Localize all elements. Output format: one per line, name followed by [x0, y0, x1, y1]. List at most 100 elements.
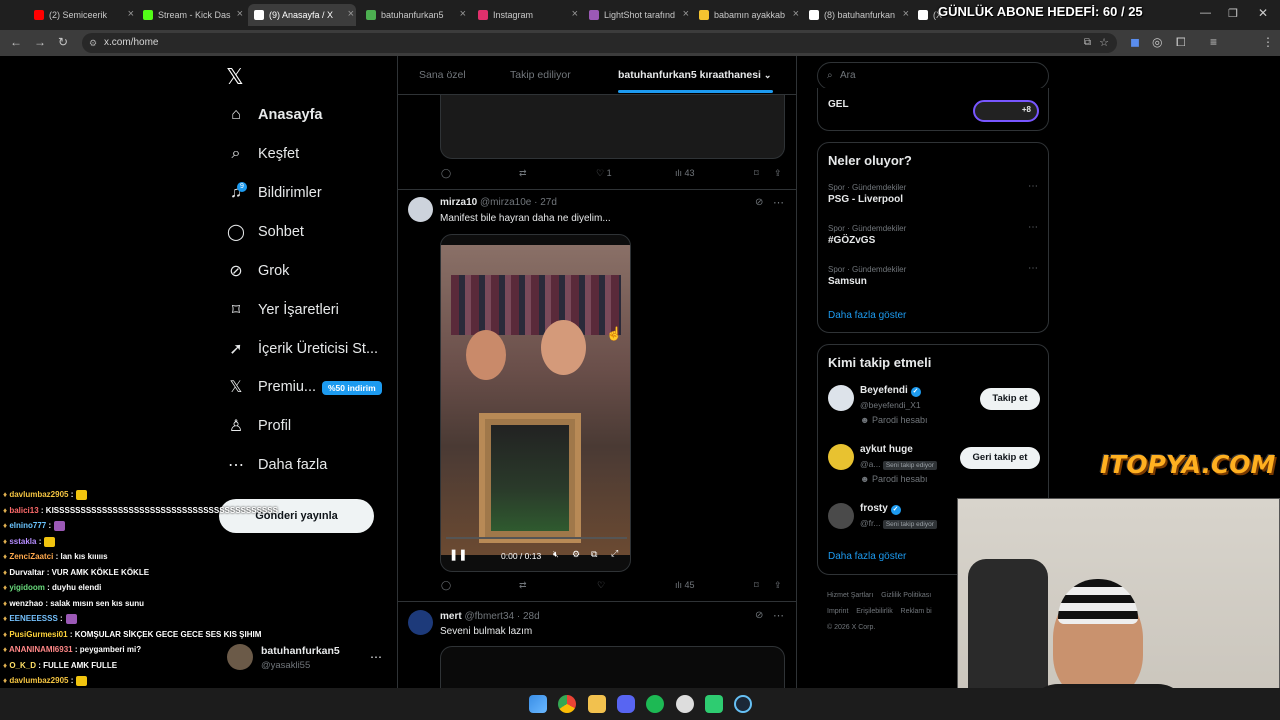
maximize-icon[interactable]: ❐	[1228, 7, 1238, 20]
spotify-icon[interactable]	[646, 695, 664, 713]
settings-icon[interactable]: ⚙	[572, 549, 580, 560]
menu-icon[interactable]: ⋮	[1262, 35, 1274, 49]
reply-icon[interactable]: ◯	[441, 168, 451, 179]
browser-tab[interactable]: Instagram ×	[472, 4, 580, 26]
address-bar[interactable]: ⚙ x.com/home ⧉ ☆	[82, 33, 1117, 53]
tweet-video[interactable]: ❚❚ 0:00 / 0:13 🔇︎ ⚙ ⧉ ⤢	[440, 234, 631, 572]
tweet-time[interactable]: 27d	[540, 197, 557, 208]
browser-tab[interactable]: (9) Anasayfa / X ×	[248, 4, 356, 26]
avatar[interactable]	[828, 503, 854, 529]
follow-name[interactable]: frosty ✓	[860, 503, 901, 515]
tweet-handle[interactable]: @fbmert34	[464, 611, 514, 622]
search-input[interactable]: ⌕ Ara	[817, 62, 1049, 90]
sidebar-item-more-circle[interactable]: ⋯ Daha fazla	[226, 450, 327, 480]
footer-link-privacy[interactable]: Gizlilik Politikası	[881, 592, 931, 599]
footer-link-ads[interactable]: Reklam bi	[901, 608, 932, 615]
community-card[interactable]: GEL +8	[817, 88, 1049, 131]
avatar[interactable]	[828, 385, 854, 411]
tab-close-icon[interactable]: ×	[128, 8, 134, 20]
tweet-more-icon[interactable]: ⋯	[773, 609, 784, 622]
back-icon[interactable]: ←	[10, 35, 22, 49]
sidebar-item-home[interactable]: ⌂ Anasayfa	[226, 100, 322, 130]
bookmark-star-icon[interactable]: ☆	[1099, 33, 1109, 53]
tab-close-icon[interactable]: ×	[348, 8, 354, 20]
sidebar-item-bookmark[interactable]: ⌑ Yer İşaretleri	[226, 295, 339, 325]
mute-icon[interactable]: 🔇︎	[553, 549, 559, 560]
forward-icon[interactable]: →	[34, 35, 46, 49]
tab-following[interactable]: Takip ediliyor	[510, 56, 571, 94]
sidebar-item-person[interactable]: ♙ Profil	[226, 411, 291, 441]
follow-button[interactable]: Geri takip et	[960, 447, 1040, 469]
tweet-handle[interactable]: @mirza10e	[480, 197, 531, 208]
discord-icon[interactable]	[617, 695, 635, 713]
tweet-author[interactable]: mirza10	[440, 197, 477, 208]
video-progress-track[interactable]	[446, 537, 627, 539]
trends-show-more-link[interactable]: Daha fazla göster	[828, 310, 906, 321]
tweet-media[interactable]	[440, 646, 785, 688]
chrome-icon[interactable]	[558, 695, 576, 713]
like-icon[interactable]: ♡	[597, 580, 605, 591]
close-window-icon[interactable]: ✕	[1258, 6, 1268, 20]
reload-icon[interactable]: ↻	[58, 35, 68, 49]
pip-icon[interactable]: ⧉	[591, 549, 597, 560]
account-more-icon[interactable]: ⋯	[370, 650, 382, 664]
extension2-icon[interactable]: ◎	[1152, 35, 1162, 49]
tweet-avatar[interactable]	[408, 197, 433, 222]
sidebar-item-x[interactable]: 𝕏 Premiu...	[226, 372, 316, 402]
trend-more-icon[interactable]: ⋯	[1028, 222, 1038, 233]
footer-link-imprint[interactable]: Imprint	[827, 608, 848, 615]
tweet-more-icon[interactable]: ⋯	[773, 196, 784, 209]
avatar-stack[interactable]: +8	[973, 100, 1039, 122]
browser-tab[interactable]: batuhanfurkan5 ×	[360, 4, 468, 26]
follow-suggestion[interactable]: aykut huge @a... Seni takip ediyor ☻ Parod…	[828, 444, 1040, 494]
footer-link-terms[interactable]: Hizmet Şartları	[827, 592, 873, 599]
retweet-icon[interactable]: ⇄	[519, 168, 527, 179]
pause-icon[interactable]: ❚❚	[449, 548, 467, 561]
account-name[interactable]: batuhanfurkan5	[261, 645, 340, 657]
trend-item[interactable]: Spor · Gündemdekiler PSG - Liverpool ⋯	[828, 181, 1038, 205]
start-icon[interactable]	[529, 695, 547, 713]
tweet-avatar[interactable]	[408, 610, 433, 635]
tab-close-icon[interactable]: ×	[237, 8, 243, 20]
follow-name[interactable]: Beyefendi ✓	[860, 385, 921, 397]
reply-icon[interactable]: ◯	[441, 580, 451, 591]
sidebar-item-grok[interactable]: ⊘ Grok	[226, 256, 289, 286]
follow-button[interactable]: Takip et	[980, 388, 1040, 410]
media-icon[interactable]: ≡	[1210, 35, 1217, 49]
views-icon[interactable]: ılı 45	[675, 580, 695, 590]
fullscreen-icon[interactable]: ⤢	[611, 548, 618, 559]
browser-tab[interactable]: Stream - Kick Das ×	[137, 4, 245, 26]
app-icon[interactable]	[705, 695, 723, 713]
account-avatar[interactable]	[227, 644, 253, 670]
bookmark-icon[interactable]: ⌑	[754, 580, 759, 591]
tab-for-you[interactable]: Sana özel	[419, 56, 466, 94]
browser-tab[interactable]: LightShot tarafınd ×	[583, 4, 691, 26]
tab-close-icon[interactable]: ×	[460, 8, 466, 20]
share-icon[interactable]: ⇪	[774, 580, 782, 591]
trend-more-icon[interactable]: ⋯	[1028, 263, 1038, 274]
site-info-icon[interactable]: ⚙	[89, 33, 97, 53]
tab-close-icon[interactable]: ×	[572, 8, 578, 20]
trend-item[interactable]: Spor · Gündemdekiler #GÖZvGS ⋯	[828, 222, 1038, 246]
sidebar-item-rocket[interactable]: ➚ İçerik Üreticisi St...	[226, 334, 378, 364]
tweet-author[interactable]: mert	[440, 611, 462, 622]
minimize-icon[interactable]: —	[1200, 7, 1211, 19]
bookmark-icon[interactable]: ⌑	[754, 168, 759, 179]
sidebar-item-search[interactable]: ⌕ Keşfet	[226, 139, 300, 169]
tab-close-icon[interactable]: ×	[793, 8, 799, 20]
tab-close-icon[interactable]: ×	[903, 8, 909, 20]
browser-tab[interactable]: (8) batuhanfurkan ×	[803, 4, 911, 26]
follow-name[interactable]: aykut huge	[860, 444, 913, 455]
x-logo-icon[interactable]: 𝕏	[226, 64, 244, 90]
views-icon[interactable]: ılı 43	[675, 168, 695, 178]
sidebar-item-chat[interactable]: ◯ Sohbet	[226, 217, 304, 247]
retweet-icon[interactable]: ⇄	[519, 580, 527, 591]
like-icon[interactable]: ♡ 1	[596, 168, 612, 179]
tab-close-icon[interactable]: ×	[683, 8, 689, 20]
tweet-time[interactable]: 28d	[523, 611, 540, 622]
trend-item[interactable]: Spor · Gündemdekiler Samsun ⋯	[828, 263, 1038, 287]
install-icon[interactable]: ⧉	[1084, 33, 1091, 53]
grok-tweet-icon[interactable]: ⊘	[755, 197, 763, 208]
extension-icon[interactable]: ◼	[1130, 35, 1140, 49]
post-button[interactable]: Gönderi yayınla	[219, 499, 374, 533]
